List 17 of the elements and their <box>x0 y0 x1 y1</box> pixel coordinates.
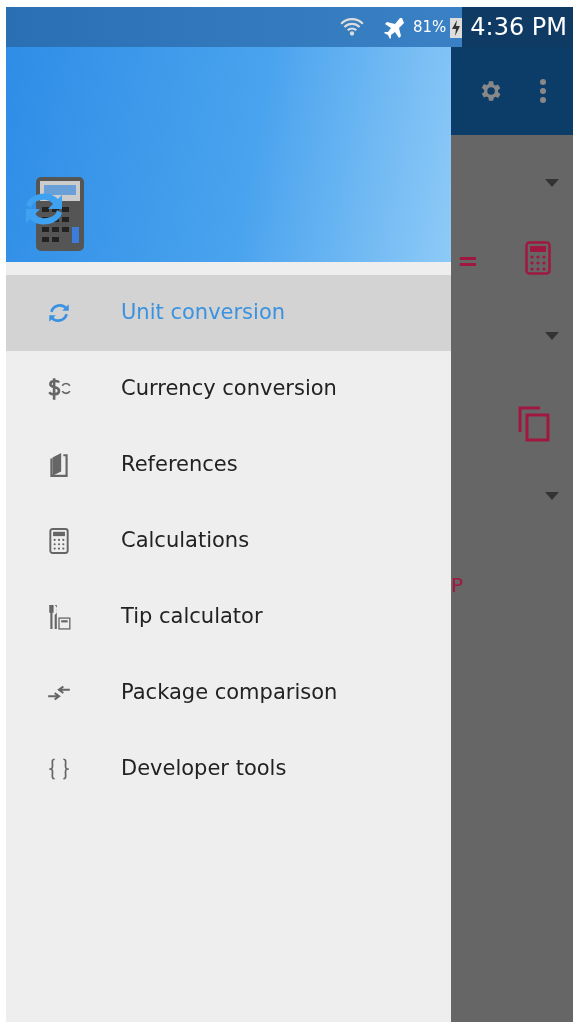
calculator-icon[interactable] <box>525 241 551 275</box>
dropdown-caret-icon[interactable] <box>545 179 559 187</box>
drawer-menu-item[interactable]: Calculations <box>6 503 451 579</box>
drawer-menu-item[interactable]: Currency conversion <box>6 351 451 427</box>
dropdown-caret-icon[interactable] <box>545 332 559 340</box>
copy-icon[interactable] <box>518 406 550 442</box>
dropdown-caret-icon[interactable] <box>545 492 559 500</box>
more-options-icon[interactable] <box>539 78 547 104</box>
partial-text: P <box>451 575 464 595</box>
drawer-menu-item[interactable]: Package comparison <box>6 655 451 731</box>
status-time: 4:36 PM <box>462 7 573 47</box>
battery-charging-icon <box>450 16 463 38</box>
battery-percentage: 81% <box>412 16 447 38</box>
equals-sign: = <box>457 248 479 274</box>
drawer-menu-item[interactable]: Tip calculator <box>6 579 451 655</box>
drawer-menu-item[interactable]: References <box>6 427 451 503</box>
drawer-menu-item[interactable]: Developer tools <box>6 731 451 807</box>
